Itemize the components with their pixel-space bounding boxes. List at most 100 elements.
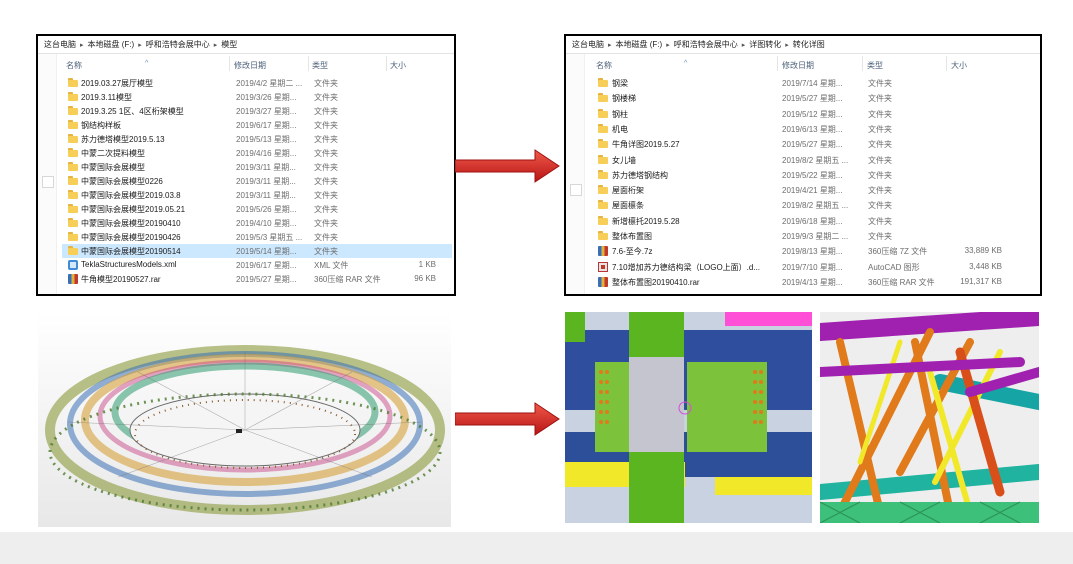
- list-item[interactable]: 整体布置图20190410.rar 2019/4/13 星期... 360压缩 RA…: [590, 275, 1038, 289]
- modified-date: 2019/5/27 星期...: [236, 275, 297, 284]
- file-type: 文件夹: [314, 149, 338, 158]
- list-item[interactable]: 苏力德塔模型2019.5.13 2019/5/13 星期... 文件夹: [62, 132, 452, 146]
- folder-icon: [68, 134, 78, 143]
- modified-date: 2019/6/17 星期...: [236, 121, 297, 130]
- list-item[interactable]: 苏力德塔钢结构 2019/5/22 星期... 文件夹: [590, 168, 1038, 182]
- column-header: 名称 ^ 修改日期 类型 大小: [56, 56, 454, 72]
- breadcrumb-item[interactable]: 模型: [221, 40, 237, 49]
- list-item[interactable]: 7.10增加苏力德结构梁（LOGO上面）.d... 2019/7/10 星期...…: [590, 260, 1038, 274]
- file-type: AutoCAD 图形: [868, 262, 920, 272]
- joint-detail-image: [565, 312, 812, 523]
- breadcrumb-item[interactable]: 这台电脑: [44, 40, 76, 49]
- list-item[interactable]: 中蒙国际会展模型20190426 2019/5/3 星期五 ... 文件夹: [62, 230, 452, 244]
- chevron-right-icon: ▸: [785, 42, 789, 49]
- list-item[interactable]: 钢梁 2019/7/14 星期... 文件夹: [590, 76, 1038, 90]
- file-type: 文件夹: [868, 186, 892, 196]
- breadcrumb-item[interactable]: 本地磁盘 (F:): [88, 40, 135, 49]
- list-item[interactable]: 2019.3.25 1区、4区桁架模型 2019/3/27 星期... 文件夹: [62, 104, 452, 118]
- list-item[interactable]: 整体布置图 2019/9/3 星期二 ... 文件夹: [590, 229, 1038, 243]
- file-name: 7.6-至今.7z: [612, 247, 653, 257]
- list-item[interactable]: 机电 2019/6/13 星期... 文件夹: [590, 122, 1038, 136]
- folder-icon: [68, 148, 78, 157]
- column-date[interactable]: 修改日期: [782, 60, 814, 71]
- file-name: 中蒙国际会展模型20190514: [81, 247, 181, 256]
- list-item[interactable]: 中蒙国际会展模型 2019/3/11 星期... 文件夹: [62, 160, 452, 174]
- file-type: 文件夹: [314, 219, 338, 228]
- breadcrumb[interactable]: 这台电脑 ▸ 本地磁盘 (F:) ▸ 呼和浩特会展中心 ▸ 详图转化 ▸ 转化详图: [566, 36, 1040, 54]
- file-name: 牛角模型20190527.rar: [81, 275, 161, 284]
- modified-date: 2019/5/27 星期...: [782, 94, 843, 104]
- folder-icon: [68, 232, 78, 241]
- breadcrumb-item[interactable]: 呼和浩特会展中心: [674, 40, 738, 49]
- column-date[interactable]: 修改日期: [234, 60, 266, 71]
- breadcrumb-item[interactable]: 这台电脑: [572, 40, 604, 49]
- truss-detail-image: [820, 312, 1039, 523]
- folder-icon: [68, 162, 78, 171]
- file-type: 文件夹: [868, 216, 892, 226]
- breadcrumb-item[interactable]: 本地磁盘 (F:): [616, 40, 663, 49]
- column-size[interactable]: 大小: [390, 60, 406, 71]
- file-size: 96 KB: [414, 274, 436, 283]
- file-name: 女儿墙: [612, 155, 636, 165]
- modified-date: 2019/8/2 星期五 ...: [782, 155, 849, 165]
- list-item[interactable]: 钢楼梯 2019/5/27 星期... 文件夹: [590, 91, 1038, 105]
- folder-icon: [68, 190, 78, 199]
- folder-icon: [598, 185, 608, 195]
- column-size[interactable]: 大小: [951, 60, 967, 71]
- list-item[interactable]: 2019.03.27展厅模型 2019/4/2 星期二 ... 文件夹: [62, 76, 452, 90]
- folder-icon: [68, 78, 78, 87]
- modified-date: 2019/4/2 星期二 ...: [236, 79, 303, 88]
- list-item[interactable]: 钢柱 2019/5/12 星期... 文件夹: [590, 107, 1038, 121]
- list-item[interactable]: 中蒙国际会展模型20190410 2019/4/10 星期... 文件夹: [62, 216, 452, 230]
- list-item[interactable]: 屋面檩条 2019/8/2 星期五 ... 文件夹: [590, 198, 1038, 212]
- column-type[interactable]: 类型: [867, 60, 883, 71]
- breadcrumb-item[interactable]: 转化详图: [793, 40, 825, 49]
- modified-date: 2019/5/27 星期...: [782, 140, 843, 150]
- list-item[interactable]: 屋面桁架 2019/4/21 星期... 文件夹: [590, 183, 1038, 197]
- checkbox[interactable]: [570, 184, 582, 196]
- modified-date: 2019/8/2 星期五 ...: [782, 201, 849, 211]
- file-type: 文件夹: [868, 232, 892, 241]
- modified-date: 2019/6/13 星期...: [782, 124, 843, 134]
- list-item[interactable]: 钢结构样板 2019/6/17 星期... 文件夹: [62, 118, 452, 132]
- modified-date: 2019/4/16 星期...: [236, 149, 297, 158]
- list-item[interactable]: 女儿墙 2019/8/2 星期五 ... 文件夹: [590, 153, 1038, 167]
- breadcrumb[interactable]: 这台电脑 ▸ 本地磁盘 (F:) ▸ 呼和浩特会展中心 ▸ 模型: [38, 36, 454, 54]
- list-item[interactable]: 7.6-至今.7z 2019/8/13 星期... 360压缩 7Z 文件 33,88…: [590, 244, 1038, 258]
- folder-icon: [598, 154, 608, 164]
- list-item[interactable]: 中蒙国际会展模型2019.03.8 2019/3/11 星期... 文件夹: [62, 188, 452, 202]
- folder-icon: [68, 106, 78, 115]
- list-item[interactable]: 新增檩托2019.5.28 2019/6/18 星期... 文件夹: [590, 214, 1038, 228]
- file-name: 2019.03.27展厅模型: [81, 79, 154, 88]
- modified-date: 2019/3/27 星期...: [236, 107, 297, 116]
- column-name[interactable]: 名称: [596, 60, 612, 71]
- right-arrow-bottom: [455, 402, 560, 436]
- file-name: 新增檩托2019.5.28: [612, 216, 680, 226]
- list-item[interactable]: 中蒙国际会展模型0226 2019/3/11 星期... 文件夹: [62, 174, 452, 188]
- file-type: 文件夹: [314, 79, 338, 88]
- file-name: 屋面檩条: [612, 201, 644, 211]
- list-item[interactable]: 2019.3.11模型 2019/3/26 星期... 文件夹: [62, 90, 452, 104]
- file-type: 文件夹: [314, 163, 338, 172]
- breadcrumb-item[interactable]: 呼和浩特会展中心: [146, 40, 210, 49]
- list-item[interactable]: 牛角模型20190527.rar 2019/5/27 星期... 360压缩 RAR…: [62, 272, 452, 286]
- folder-icon: [68, 176, 78, 185]
- breadcrumb-item[interactable]: 详图转化: [749, 40, 781, 49]
- list-item[interactable]: 牛角详图2019.5.27 2019/5/27 星期... 文件夹: [590, 137, 1038, 151]
- divider: [777, 56, 778, 71]
- list-item[interactable]: TeklaStructuresModels.xml 2019/6/17 星期...…: [62, 258, 452, 272]
- file-type: 文件夹: [868, 94, 892, 104]
- file-name: 中蒙国际会展模型2019.03.8: [81, 191, 181, 200]
- folder-icon: [68, 246, 78, 255]
- list-item[interactable]: 中蒙国际会展模型2019.05.21 2019/5/26 星期... 文件夹: [62, 202, 452, 216]
- file-name: 中蒙国际会展模型: [81, 163, 145, 172]
- checkbox[interactable]: [42, 176, 54, 188]
- file-name: 钢梁: [612, 79, 628, 88]
- column-type[interactable]: 类型: [312, 60, 328, 71]
- file-size: 3,448 KB: [969, 261, 1002, 271]
- list-item[interactable]: 中蒙国际会展模型20190514 2019/5/14 星期... 文件夹: [62, 244, 452, 258]
- column-name[interactable]: 名称: [66, 60, 82, 71]
- file-name: 中蒙国际会展模型20190426: [81, 233, 181, 242]
- divider: [946, 56, 947, 71]
- list-item[interactable]: 中蒙二次提料模型 2019/4/16 星期... 文件夹: [62, 146, 452, 160]
